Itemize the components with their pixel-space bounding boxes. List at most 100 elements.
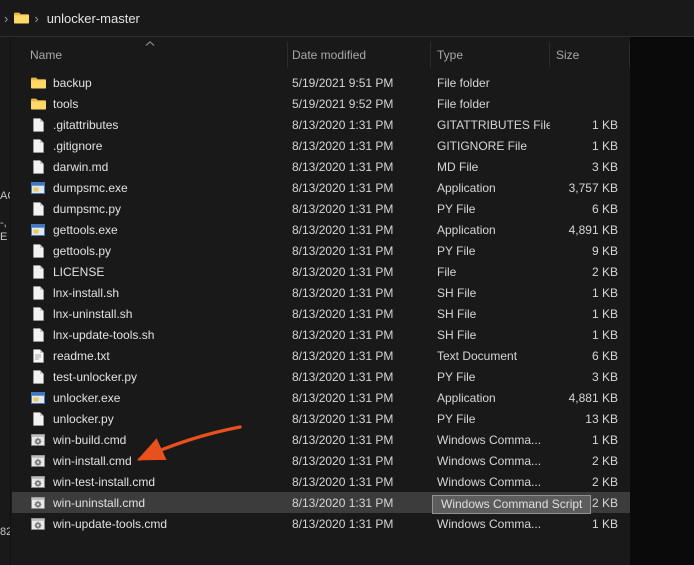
file-size: 1 KB (591, 138, 618, 153)
file-row[interactable]: lnx-install.sh 8/13/2020 1:31 PM SH File 1 … (12, 282, 630, 303)
file-date-modified: 8/13/2020 1:31 PM (292, 516, 394, 531)
file-date-modified: 5/19/2021 9:51 PM (292, 75, 394, 90)
file-size: 1 KB (591, 327, 618, 342)
file-date-modified: 8/13/2020 1:31 PM (292, 222, 394, 237)
column-header-size[interactable]: Size (550, 42, 630, 68)
file-date-modified: 8/13/2020 1:31 PM (292, 264, 394, 279)
file-type: File folder (437, 96, 490, 111)
chevron-right-icon[interactable]: › (30, 11, 42, 26)
file-name: lnx-update-tools.sh (53, 327, 155, 342)
file-row[interactable]: dumpsmc.py 8/13/2020 1:31 PM PY File 6 KB (12, 198, 630, 219)
file-type: SH File (437, 285, 477, 300)
file-date-modified: 8/13/2020 1:31 PM (292, 390, 394, 405)
file-row[interactable]: dumpsmc.exe 8/13/2020 1:31 PM Application 3… (12, 177, 630, 198)
file-icon (30, 201, 46, 217)
left-pane-fragment[interactable]: AC (0, 190, 10, 202)
file-icon (30, 138, 46, 154)
column-header-date-modified[interactable]: Date modified (288, 42, 431, 68)
file-type: PY File (437, 243, 476, 258)
file-name-cell: win-update-tools.cmd (12, 516, 288, 532)
file-row[interactable]: backup 5/19/2021 9:51 PM File folder (12, 72, 630, 93)
file-row[interactable]: readme.txt 8/13/2020 1:31 PM Text Document… (12, 345, 630, 366)
left-pane-fragment[interactable]: -, (0, 217, 7, 229)
file-size: 2 KB (591, 453, 618, 468)
file-size: 1 KB (591, 285, 618, 300)
file-date-modified: 8/13/2020 1:31 PM (292, 327, 394, 342)
file-name-cell: dumpsmc.exe (12, 180, 288, 196)
file-name-cell: win-install.cmd (12, 453, 288, 469)
file-name: dumpsmc.py (53, 201, 122, 216)
app-icon (30, 390, 46, 406)
file-row[interactable]: darwin.md 8/13/2020 1:31 PM MD File 3 KB (12, 156, 630, 177)
column-header-name-label: Name (30, 48, 63, 62)
file-size: 4,891 KB (568, 222, 618, 237)
file-name-cell: gettools.py (12, 243, 288, 259)
file-name-cell: backup (12, 75, 288, 91)
file-type: File folder (437, 75, 490, 90)
file-name-cell: win-build.cmd (12, 432, 288, 448)
left-pane-fragment[interactable]: 82 (0, 526, 10, 538)
file-date-modified: 8/13/2020 1:31 PM (292, 495, 394, 510)
chevron-right-icon[interactable]: › (0, 11, 12, 26)
cmd-icon (30, 432, 46, 448)
file-row[interactable]: LICENSE 8/13/2020 1:31 PM File 2 KB (12, 261, 630, 282)
file-date-modified: 8/13/2020 1:31 PM (292, 474, 394, 489)
file-size: 6 KB (591, 201, 618, 216)
file-row[interactable]: test-unlocker.py 8/13/2020 1:31 PM PY File… (12, 366, 630, 387)
file-size: 9 KB (591, 243, 618, 258)
file-icon (30, 159, 46, 175)
file-date-modified: 8/13/2020 1:31 PM (292, 348, 394, 363)
file-icon (30, 327, 46, 343)
file-size: 13 KB (585, 411, 618, 426)
file-row[interactable]: tools 5/19/2021 9:52 PM File folder (12, 93, 630, 114)
column-header-type[interactable]: Type (431, 42, 550, 68)
file-name: lnx-uninstall.sh (53, 306, 133, 321)
file-row[interactable]: gettools.exe 8/13/2020 1:31 PM Application… (12, 219, 630, 240)
app-icon (30, 222, 46, 238)
file-name-cell: lnx-update-tools.sh (12, 327, 288, 343)
file-name-cell: win-test-install.cmd (12, 474, 288, 490)
column-header-name[interactable]: Name (12, 41, 288, 68)
file-icon (30, 285, 46, 301)
file-row[interactable]: win-test-install.cmd 8/13/2020 1:31 PM Win… (12, 471, 630, 492)
file-row[interactable]: win-update-tools.cmd 8/13/2020 1:31 PM Win… (12, 513, 630, 534)
file-date-modified: 8/13/2020 1:31 PM (292, 159, 394, 174)
file-type: SH File (437, 306, 477, 321)
app-icon (30, 180, 46, 196)
column-header-size-label: Size (556, 48, 580, 62)
breadcrumb-folder-name[interactable]: unlocker-master (43, 11, 144, 26)
file-size: 2 KB (591, 474, 618, 489)
file-size: 1 KB (591, 117, 618, 132)
file-name-cell: unlocker.exe (12, 390, 288, 406)
file-type: Windows Comma... (437, 516, 542, 531)
file-name: win-test-install.cmd (53, 474, 156, 489)
cmd-icon (30, 453, 46, 469)
file-row[interactable]: lnx-update-tools.sh 8/13/2020 1:31 PM SH F… (12, 324, 630, 345)
file-size: 3 KB (591, 369, 618, 384)
file-name: darwin.md (53, 159, 109, 174)
file-row[interactable]: win-build.cmd 8/13/2020 1:31 PM Windows Co… (12, 429, 630, 450)
cmd-icon (30, 516, 46, 532)
file-type: GITATTRIBUTES File (437, 117, 550, 132)
file-name-cell: .gitattributes (12, 117, 288, 133)
file-row[interactable]: unlocker.exe 8/13/2020 1:31 PM Application… (12, 387, 630, 408)
file-explorer-pane: Name Date modified Type Size backup 5/19/… (0, 37, 630, 565)
file-row[interactable]: .gitattributes 8/13/2020 1:31 PM GITATTRIB… (12, 114, 630, 135)
file-row[interactable]: gettools.py 8/13/2020 1:31 PM PY File 9 KB (12, 240, 630, 261)
cmd-icon (30, 474, 46, 490)
file-row[interactable]: .gitignore 8/13/2020 1:31 PM GITIGNORE Fil… (12, 135, 630, 156)
file-name: lnx-install.sh (53, 285, 120, 300)
file-type: PY File (437, 411, 476, 426)
left-pane-fragment[interactable]: E (0, 231, 7, 243)
file-size: 1 KB (591, 306, 618, 321)
file-date-modified: 8/13/2020 1:31 PM (292, 285, 394, 300)
file-name: win-update-tools.cmd (53, 516, 168, 531)
file-name: LICENSE (53, 264, 105, 279)
file-row[interactable]: win-install.cmd 8/13/2020 1:31 PM Windows … (12, 450, 630, 471)
folder-icon[interactable] (13, 10, 30, 26)
file-row[interactable]: unlocker.py 8/13/2020 1:31 PM PY File 13 KB (12, 408, 630, 429)
file-type: Windows Comma... (437, 453, 542, 468)
type-tooltip: Windows Command Script (432, 495, 592, 514)
file-row[interactable]: lnx-uninstall.sh 8/13/2020 1:31 PM SH File… (12, 303, 630, 324)
file-size: 1 KB (591, 516, 618, 531)
